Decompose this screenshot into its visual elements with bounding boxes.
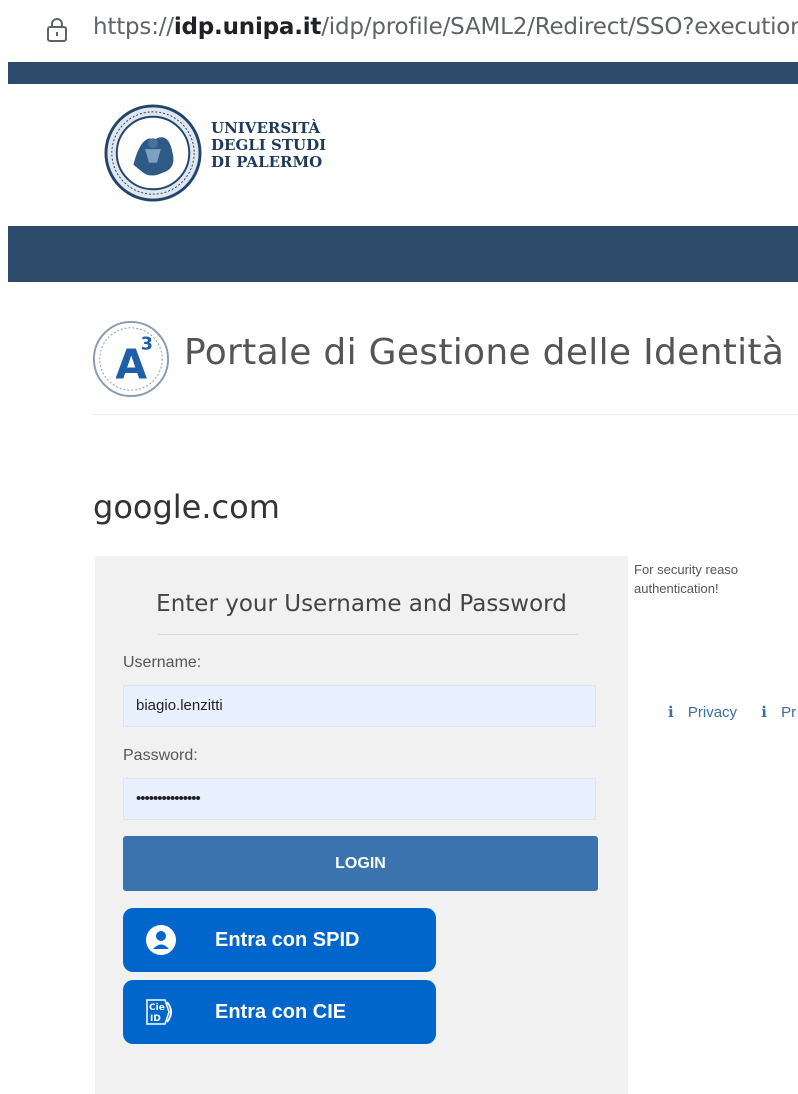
university-name-line-1: UNIVERSITÀ: [211, 119, 321, 137]
username-label: Username:: [123, 654, 202, 671]
svg-text:ID: ID: [150, 1014, 161, 1024]
username-input[interactable]: biagio.lenzitti: [123, 685, 596, 727]
url-text[interactable]: https://idp.unipa.it/idp/profile/SAML2/R…: [93, 14, 798, 40]
login-panel: Enter your Username and Password Usernam…: [95, 556, 628, 1094]
secondary-link-label: Pr: [781, 704, 797, 721]
security-notice-line-1: For security reaso: [634, 562, 739, 577]
browser-address-bar[interactable]: https://idp.unipa.it/idp/profile/SAML2/R…: [0, 0, 798, 62]
university-name-line-3: DI PALERMO: [211, 153, 323, 171]
login-button[interactable]: LOGIN: [123, 836, 598, 891]
login-form-title: Enter your Username and Password: [156, 591, 567, 617]
svg-text:Cie: Cie: [149, 1003, 165, 1013]
university-name: UNIVERSITÀ DEGLI STUDI DI PALERMO: [211, 120, 326, 171]
password-label: Password:: [123, 747, 198, 764]
spid-button-label: Entra con SPID: [215, 929, 360, 951]
secondary-link[interactable]: ℹ Pr: [761, 704, 798, 721]
url-prefix: https://: [93, 14, 174, 40]
lock-icon[interactable]: [45, 17, 69, 43]
cie-id-icon: Cie ID: [146, 999, 172, 1025]
cie-button-label: Entra con CIE: [215, 1001, 347, 1023]
security-notice: For security reaso authentication!: [634, 560, 798, 598]
university-name-line-2: DEGLI STUDI: [211, 136, 327, 154]
navigation-bar: [8, 226, 798, 282]
title-divider: [158, 634, 578, 635]
a3-logo-icon: A 3: [92, 320, 170, 398]
portal-title: Portale di Gestione delle Identità: [184, 332, 785, 373]
a3-logo-superscript: 3: [141, 334, 153, 354]
university-header: UNIVERSITÀ DEGLI STUDI DI PALERMO: [8, 84, 798, 226]
info-icon: ℹ: [668, 704, 674, 721]
url-host: idp.unipa.it: [173, 14, 322, 40]
privacy-link-label: Privacy: [687, 704, 738, 721]
top-band: [8, 62, 798, 84]
university-seal-icon[interactable]: [104, 104, 202, 202]
info-icon: ℹ: [761, 704, 767, 721]
password-input[interactable]: •••••••••••••••: [123, 778, 596, 820]
privacy-link[interactable]: ℹ Privacy: [668, 704, 747, 721]
portal-heading: A 3 Portale di Gestione delle Identità: [92, 320, 798, 415]
footer-links: ℹ Privacy ℹ Pr: [668, 703, 798, 721]
security-notice-line-2: authentication!: [634, 581, 719, 596]
service-provider-name: google.com: [93, 488, 280, 526]
spid-user-icon: [146, 925, 176, 955]
spid-login-button[interactable]: Entra con SPID: [123, 908, 436, 972]
url-path: /idp/profile/SAML2/Redirect/SSO?executio…: [321, 14, 798, 40]
cie-login-button[interactable]: Cie ID Entra con CIE: [123, 980, 436, 1044]
